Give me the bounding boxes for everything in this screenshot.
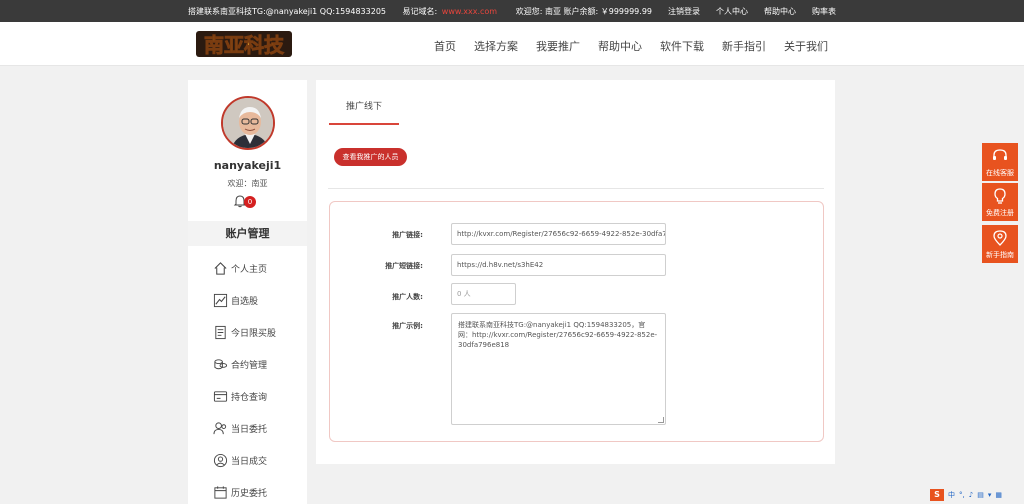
sidebar-item-label: 持仓查询 bbox=[231, 392, 268, 403]
online-service-button[interactable]: 在线客服 bbox=[982, 143, 1018, 181]
account-sidebar: nanyakeji1 欢迎：南亚 0 账户管理 个人主页 自选股 今日限买股 合… bbox=[188, 80, 307, 504]
notification-bell[interactable]: 0 bbox=[233, 193, 257, 211]
nav-about[interactable]: 关于我们 bbox=[784, 38, 828, 54]
sidebar-item-label: 自选股 bbox=[231, 296, 259, 307]
user-center-link[interactable]: 个人中心 bbox=[716, 6, 748, 17]
shirt-icon[interactable]: ▾ bbox=[988, 491, 992, 499]
short-link-label: 推广短链接: bbox=[385, 262, 423, 270]
sidebar-menu: 个人主页 自选股 今日限买股 合约管理 持仓查询 当日委托 当日成交 历史委托 bbox=[213, 252, 276, 504]
sidebar-item-label: 合约管理 bbox=[231, 360, 268, 371]
sidebar-item-label: 当日委托 bbox=[231, 424, 268, 435]
sidebar-item-label: 当日成交 bbox=[231, 456, 268, 467]
nav-choose-plan[interactable]: 选择方案 bbox=[474, 38, 518, 54]
calendar-icon bbox=[214, 485, 227, 499]
logout-link[interactable]: 注销登录 bbox=[668, 6, 700, 17]
headset-icon bbox=[993, 149, 1007, 160]
microphone-icon[interactable]: ♪ bbox=[969, 491, 973, 499]
referral-count-label: 推广人数: bbox=[392, 293, 423, 301]
help-center-link[interactable]: 帮助中心 bbox=[764, 6, 796, 17]
top-bar-contact: 搭建联系南亚科技TG:@nanyakeji1 QQ:1594833205 易记域… bbox=[188, 6, 497, 17]
ime-language[interactable]: 中 bbox=[948, 490, 955, 500]
sidebar-item-contracts[interactable]: 合约管理 bbox=[213, 348, 276, 380]
home-icon bbox=[214, 261, 227, 275]
referral-count-field[interactable]: 0 人 bbox=[451, 283, 516, 305]
float-label: 新手指南 bbox=[986, 251, 1014, 259]
location-pin-icon bbox=[993, 230, 1007, 246]
promo-link-field[interactable]: http://kvxr.com/Register/27656c92-6659-4… bbox=[451, 223, 666, 245]
document-icon bbox=[215, 325, 226, 339]
svg-text:南亚科技: 南亚科技 bbox=[204, 33, 285, 57]
lightbulb-icon bbox=[994, 188, 1006, 204]
site-logo[interactable]: 南亚科技 bbox=[196, 27, 292, 61]
divider bbox=[328, 188, 824, 189]
sidebar-item-watchlist[interactable]: 自选股 bbox=[213, 284, 276, 316]
contact-text: 搭建联系南亚科技TG:@nanyakeji1 QQ:1594833205 bbox=[188, 7, 386, 16]
welcome-text: 欢迎：南亚 bbox=[227, 179, 268, 188]
notification-count: 0 bbox=[244, 196, 256, 208]
domain-label: 易记域名: bbox=[402, 7, 438, 16]
example-textarea[interactable]: 搭建联系南亚科技TG:@nanyakeji1 QQ:1594833205，官网：… bbox=[451, 313, 666, 425]
promo-link-label: 推广链接: bbox=[392, 231, 423, 239]
nav-download[interactable]: 软件下载 bbox=[660, 38, 704, 54]
ime-logo[interactable]: S bbox=[930, 489, 944, 501]
sidebar-item-history-orders[interactable]: 历史委托 bbox=[213, 476, 276, 504]
keyboard-icon[interactable]: ▤ bbox=[977, 491, 984, 499]
sidebar-item-limit-buy[interactable]: 今日限买股 bbox=[213, 316, 276, 348]
top-bar: 搭建联系南亚科技TG:@nanyakeji1 QQ:1594833205 易记域… bbox=[0, 0, 1024, 22]
sidebar-item-positions[interactable]: 持仓查询 bbox=[213, 380, 276, 412]
avatar bbox=[221, 96, 275, 150]
section-title: 账户管理 bbox=[188, 221, 307, 246]
header: 南亚科技 首页 选择方案 我要推广 帮助中心 软件下载 新手指引 关于我们 bbox=[0, 22, 1024, 66]
coins-icon bbox=[214, 358, 228, 369]
example-label: 推广示例: bbox=[392, 322, 423, 330]
promotion-form: 推广链接: http://kvxr.com/Register/27656c92-… bbox=[329, 201, 824, 442]
ime-punct-icon[interactable]: °, bbox=[959, 491, 965, 499]
rate-table-link[interactable]: 购率表 bbox=[812, 6, 836, 17]
card-icon bbox=[213, 390, 228, 402]
grid-icon[interactable]: ▦ bbox=[995, 491, 1002, 499]
domain-link[interactable]: www.xxx.com bbox=[442, 7, 497, 16]
example-text: 搭建联系南亚科技TG:@nanyakeji1 QQ:1594833205，官网：… bbox=[458, 321, 658, 349]
view-referrals-button[interactable]: 查看我推广的人员 bbox=[334, 148, 407, 166]
nav-home[interactable]: 首页 bbox=[434, 38, 456, 54]
float-label: 在线客服 bbox=[986, 169, 1014, 177]
user-circle-icon bbox=[213, 453, 228, 467]
top-bar-links: 欢迎您: 南亚 账户余额: ￥999999.99 注销登录 个人中心 帮助中心 … bbox=[516, 6, 836, 17]
chart-line-icon bbox=[213, 293, 228, 307]
username: nanyakeji1 bbox=[213, 159, 282, 172]
sidebar-item-label: 历史委托 bbox=[231, 488, 268, 499]
welcome-balance: 欢迎您: 南亚 账户余额: ￥999999.99 bbox=[515, 7, 652, 16]
sidebar-item-home[interactable]: 个人主页 bbox=[213, 252, 276, 284]
sidebar-item-today-deals[interactable]: 当日成交 bbox=[213, 444, 276, 476]
main-nav: 首页 选择方案 我要推广 帮助中心 软件下载 新手指引 关于我们 bbox=[434, 38, 828, 54]
sidebar-item-label: 今日限买股 bbox=[231, 328, 277, 339]
resize-handle[interactable] bbox=[658, 417, 664, 423]
tab-offline-promotion[interactable]: 推广线下 bbox=[329, 94, 399, 125]
short-link-field[interactable]: https://d.h8v.net/s3hE42 bbox=[451, 254, 666, 276]
beginner-guide-button[interactable]: 新手指南 bbox=[982, 225, 1018, 263]
ime-toolbar: S 中 °, ♪ ▤ ▾ ▦ bbox=[930, 488, 1020, 502]
float-label: 免费注册 bbox=[986, 209, 1014, 217]
users-icon bbox=[213, 421, 227, 434]
nav-help[interactable]: 帮助中心 bbox=[598, 38, 642, 54]
nav-guide[interactable]: 新手指引 bbox=[722, 38, 766, 54]
nav-promote[interactable]: 我要推广 bbox=[536, 38, 580, 54]
main-panel: 推广线下 查看我推广的人员 推广链接: http://kvxr.com/Regi… bbox=[316, 80, 835, 464]
sidebar-item-today-orders[interactable]: 当日委托 bbox=[213, 412, 276, 444]
free-register-button[interactable]: 免费注册 bbox=[982, 183, 1018, 221]
sidebar-item-label: 个人主页 bbox=[231, 264, 268, 275]
